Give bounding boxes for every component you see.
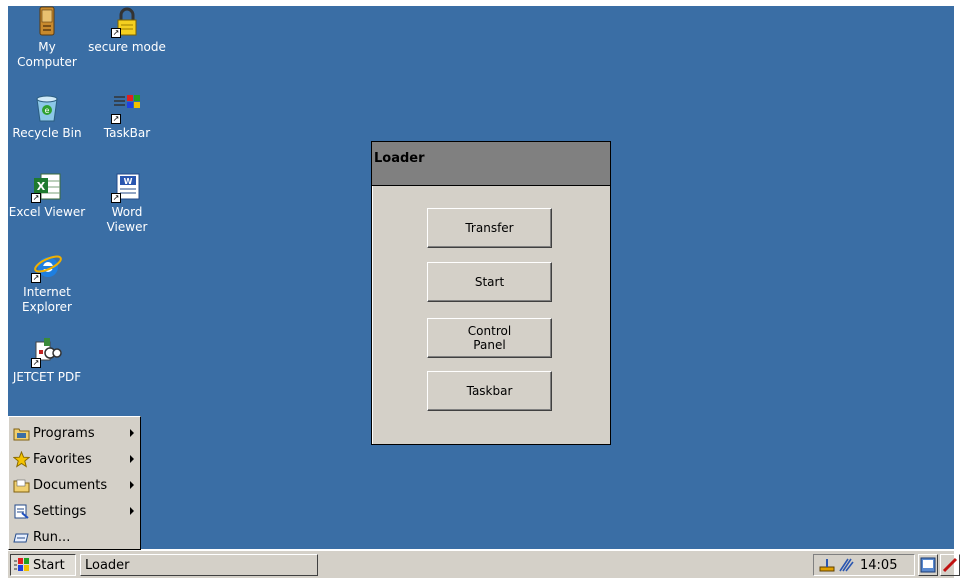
taskbar-button[interactable]: Taskbar	[427, 371, 552, 411]
start-menu: Programs Favorites Documents Settings Ru…	[8, 416, 141, 550]
desktop-icon-label: TaskBar	[103, 126, 151, 140]
documents-folder-icon	[13, 477, 30, 494]
taskbar-item-loader[interactable]: Loader	[80, 554, 318, 576]
internet-explorer-icon: ↗	[31, 251, 63, 283]
desktop-icon-excel-viewer[interactable]: X ↗ Excel Viewer	[8, 171, 90, 220]
start-button[interactable]: Start	[427, 262, 552, 302]
shortcut-arrow-icon: ↗	[111, 114, 121, 124]
desktop-icon-taskbar[interactable]: ↗ TaskBar	[84, 92, 170, 141]
desktop-icon-label: Excel Viewer	[8, 205, 86, 219]
svg-text:W: W	[124, 177, 133, 186]
menu-item-run[interactable]: Run...	[13, 526, 137, 548]
submenu-arrow-icon	[130, 455, 134, 463]
submenu-arrow-icon	[130, 481, 134, 489]
desktop-toggle-button[interactable]	[918, 554, 938, 576]
screen-frame: My Computer ↗ secure mode e Recycle Bin …	[0, 0, 973, 581]
pda-icon	[31, 6, 63, 38]
menu-item-label: Run...	[33, 529, 71, 545]
lock-icon: ↗	[111, 6, 143, 38]
desktop-icon-label: Recycle Bin	[12, 126, 82, 140]
desktop-icon-internet-explorer[interactable]: ↗ Internet Explorer	[8, 251, 90, 315]
svg-text:e: e	[45, 106, 50, 115]
shortcut-arrow-icon: ↗	[111, 193, 121, 203]
settings-icon	[13, 503, 30, 520]
power-icon[interactable]	[838, 557, 854, 573]
desktop-icon-label: Word Viewer	[106, 205, 148, 234]
svg-text:X: X	[37, 180, 46, 193]
menu-item-label: Documents	[33, 477, 108, 493]
start-label: Start	[33, 557, 65, 573]
desktop-icon-jetcet-pdf[interactable]: ↗ JETCET PDF	[8, 336, 90, 385]
shortcut-arrow-icon: ↗	[31, 273, 41, 283]
desktop: My Computer ↗ secure mode e Recycle Bin …	[8, 6, 954, 549]
recycle-bin-icon: e	[31, 92, 63, 124]
word-icon: W ↗	[111, 171, 143, 203]
menu-item-label: Settings	[33, 503, 87, 519]
desktop-icon-label: Internet Explorer	[22, 285, 72, 314]
desktop-icon-label: My Computer	[17, 40, 77, 69]
desktop-icon-label: secure mode	[88, 40, 166, 54]
network-icon[interactable]	[819, 557, 837, 573]
menu-item-favorites[interactable]: Favorites	[12, 448, 137, 470]
control-panel-button[interactable]: Control Panel	[427, 318, 552, 358]
desktop-icon-secure-mode[interactable]: ↗ secure mode	[84, 6, 170, 55]
star-icon	[12, 450, 31, 468]
programs-folder-icon	[13, 425, 30, 442]
excel-icon: X ↗	[31, 171, 63, 203]
loader-window: Loader Transfer Start Control Panel Task…	[371, 141, 611, 445]
pdf-icon: ↗	[31, 336, 63, 368]
pen-icon	[942, 557, 958, 573]
transfer-button[interactable]: Transfer	[427, 208, 552, 248]
desktop-icon-label: JETCET PDF	[12, 370, 82, 384]
taskbar-icon: ↗	[111, 92, 143, 124]
desktop-icon-recycle-bin[interactable]: e Recycle Bin	[8, 92, 90, 141]
window-title: Loader	[372, 142, 610, 186]
system-tray: 14:05	[813, 554, 915, 576]
taskbar: Start Loader 14:05	[8, 550, 960, 578]
submenu-arrow-icon	[130, 429, 134, 437]
clock: 14:05	[860, 557, 898, 573]
windows-flag-icon	[14, 558, 30, 572]
start-menu-button[interactable]: Start	[10, 554, 76, 576]
desktop-icon-my-computer[interactable]: My Computer	[8, 6, 90, 70]
run-icon	[13, 529, 30, 546]
menu-item-label: Programs	[33, 425, 95, 441]
menu-item-settings[interactable]: Settings	[13, 500, 137, 522]
desktop-icon-word-viewer[interactable]: W ↗ Word Viewer	[84, 171, 170, 235]
submenu-arrow-icon	[130, 507, 134, 515]
shortcut-arrow-icon: ↗	[31, 193, 41, 203]
desktop-icon	[920, 557, 936, 573]
menu-item-label: Favorites	[33, 451, 92, 467]
menu-item-documents[interactable]: Documents	[13, 474, 137, 496]
input-panel-button[interactable]	[940, 554, 960, 576]
shortcut-arrow-icon: ↗	[31, 358, 41, 368]
shortcut-arrow-icon: ↗	[111, 28, 121, 38]
menu-item-programs[interactable]: Programs	[13, 422, 137, 444]
